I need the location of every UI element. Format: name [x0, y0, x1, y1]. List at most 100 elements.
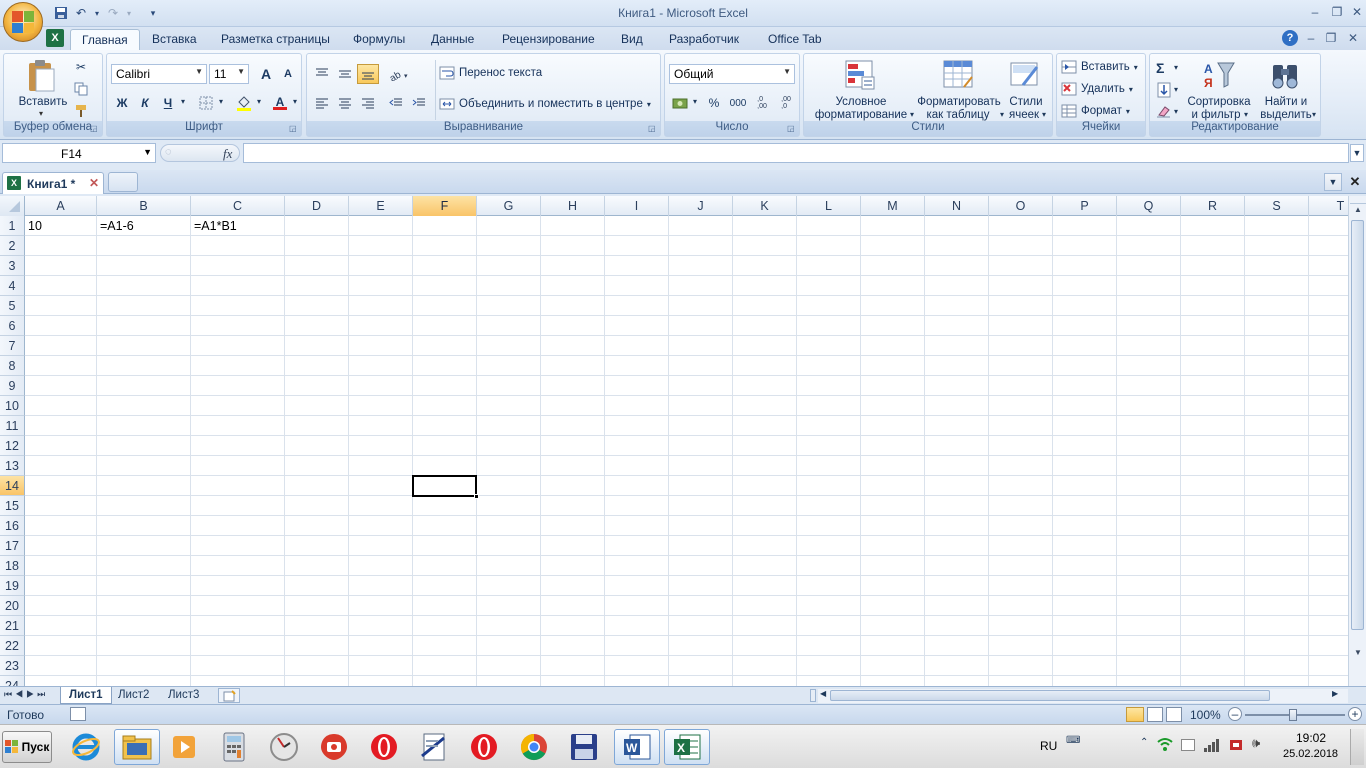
font-color-icon[interactable]: A [269, 93, 291, 113]
alignment-launcher-icon[interactable]: ◲ [648, 124, 658, 134]
scroll-down-icon[interactable]: ▼ [1350, 648, 1366, 662]
percent-button[interactable]: % [703, 93, 725, 113]
decrease-indent-icon[interactable] [385, 93, 407, 113]
page-break-view-icon[interactable] [1166, 707, 1182, 722]
language-indicator[interactable]: RU [1040, 739, 1057, 753]
tab-office-tab[interactable]: Office Tab [757, 29, 833, 50]
spreadsheet-grid[interactable]: ABCDEFGHIJKLMNOPQRST 1 2 3 4 5 6 7 8 9 10 11 12 13 14… [0, 196, 1348, 686]
expand-formula-bar-icon[interactable]: ▼ [1350, 144, 1364, 162]
wrap-text-button[interactable]: Перенос текста [439, 66, 542, 80]
shrink-font-button[interactable]: A [277, 64, 299, 84]
excel-app-icon[interactable]: X [664, 729, 710, 765]
signal-bars-icon[interactable] [1203, 737, 1221, 756]
name-box-dropdown-icon[interactable]: ▼ [143, 147, 152, 157]
italic-button[interactable]: К [134, 93, 156, 113]
currency-dropdown-icon[interactable]: ▾ [693, 97, 697, 106]
new-workbook-tab[interactable] [108, 172, 138, 192]
show-hidden-icons[interactable]: ⌃ [1140, 737, 1148, 748]
horizontal-scroll-thumb[interactable] [830, 690, 1270, 701]
insert-cells-button[interactable]: Вставить ▾ [1061, 60, 1138, 74]
underline-button[interactable]: Ч [157, 93, 179, 113]
currency-icon[interactable] [669, 93, 691, 113]
thousands-button[interactable]: 000 [727, 93, 749, 113]
opera-browser-icon[interactable] [364, 729, 404, 765]
increase-decimal-button[interactable]: ,0 ,00 [751, 93, 773, 113]
paste-icon[interactable] [26, 59, 56, 93]
copy-icon[interactable] [70, 79, 92, 99]
clock-date[interactable]: 25.02.2018 [1283, 748, 1338, 760]
scroll-up-icon[interactable]: ▲ [1350, 205, 1366, 219]
clock-time[interactable]: 19:02 [1296, 731, 1326, 745]
merge-dropdown-icon[interactable]: ▾ [647, 100, 651, 109]
opera-icon-2[interactable] [464, 729, 504, 765]
conditional-formatting-label-1[interactable]: Условное [804, 96, 918, 109]
normal-view-icon[interactable] [1126, 707, 1144, 722]
tab-insert[interactable]: Вставка [141, 29, 208, 50]
fill-handle[interactable] [474, 494, 479, 499]
tab-review[interactable]: Рецензирование [491, 29, 606, 50]
tab-split-handle[interactable] [810, 689, 816, 702]
tab-page-layout[interactable]: Разметка страницы [210, 29, 341, 50]
format-painter-icon[interactable] [70, 101, 92, 121]
insert-sheet-icon[interactable] [218, 688, 240, 703]
font-launcher-icon[interactable]: ◲ [289, 124, 299, 134]
sheet-tab-2[interactable]: Лист2 [110, 687, 157, 704]
increase-indent-icon[interactable] [408, 93, 430, 113]
save-icon[interactable] [52, 4, 70, 22]
cell-styles-label-1[interactable]: Стили [1006, 96, 1046, 109]
start-button[interactable]: Пуск [2, 731, 52, 763]
find-select-label-1[interactable]: Найти и [1258, 96, 1314, 109]
page-layout-view-icon[interactable] [1147, 707, 1163, 722]
align-center-icon[interactable] [334, 93, 356, 113]
merge-center-button[interactable]: Объединить и поместить в центре ▾ [439, 97, 651, 111]
borders-dropdown-icon[interactable]: ▾ [219, 97, 223, 106]
conditional-formatting-icon[interactable] [844, 59, 876, 94]
fill-color-icon[interactable] [233, 93, 255, 113]
macro-record-icon[interactable] [70, 707, 86, 721]
number-launcher-icon[interactable]: ◲ [787, 124, 797, 134]
delete-cells-button[interactable]: Удалить ▾ [1061, 82, 1133, 96]
close-button[interactable]: ✕ [1346, 3, 1366, 21]
format-table-dropdown-icon[interactable]: ▾ [1000, 110, 1004, 119]
format-dropdown-icon[interactable]: ▾ [1126, 107, 1130, 116]
cell-styles-dropdown-icon[interactable]: ▾ [1042, 110, 1046, 119]
camera-app-icon[interactable] [314, 729, 354, 765]
zoom-level[interactable]: 100% [1190, 708, 1221, 722]
number-format-combo[interactable]: Общий ▼ [669, 64, 795, 84]
fill-icon[interactable] [1156, 82, 1172, 101]
fill-dropdown-icon[interactable]: ▾ [1174, 85, 1178, 94]
insert-dropdown-icon[interactable]: ▾ [1134, 63, 1138, 72]
font-name-combo[interactable]: Calibri ▼ [111, 64, 207, 84]
minimize-button[interactable]: – [1304, 3, 1326, 21]
show-desktop-button[interactable] [1350, 729, 1364, 765]
clear-icon[interactable] [1156, 104, 1172, 121]
cell-C1[interactable]: =A1*B1 [191, 216, 285, 236]
zoom-out-icon[interactable]: – [1228, 707, 1242, 721]
tab-view[interactable]: Вид [610, 29, 654, 50]
scroll-left-icon[interactable]: ◀ [820, 689, 826, 698]
zoom-slider-thumb[interactable] [1289, 709, 1297, 721]
sort-filter-label-1[interactable]: Сортировка [1186, 96, 1252, 109]
insert-function-icon[interactable]: fx [223, 146, 232, 162]
name-box[interactable]: F14 ▼ [2, 143, 156, 163]
find-select-icon[interactable] [1270, 59, 1302, 94]
horizontal-scrollbar[interactable]: ◀ ▶ [818, 689, 1348, 703]
clear-dropdown-icon[interactable]: ▾ [1174, 107, 1178, 116]
action-center-icon[interactable] [1181, 739, 1195, 751]
paste-dropdown-icon[interactable]: ▾ [39, 109, 43, 118]
workbook-tab-close-icon[interactable]: ✕ [89, 176, 99, 190]
orientation-icon[interactable]: ab ▾ [385, 64, 413, 84]
formula-input[interactable] [243, 143, 1349, 163]
selected-cell-F14[interactable] [412, 475, 479, 499]
customize-qat-icon[interactable]: ▾ [144, 4, 162, 22]
tab-developer[interactable]: Разработчик [658, 29, 750, 50]
align-left-icon[interactable] [311, 93, 333, 113]
tab-formulas[interactable]: Формулы [342, 29, 416, 50]
doc-close-button[interactable]: ✕ [1342, 29, 1364, 47]
tab-data[interactable]: Данные [420, 29, 485, 50]
word-app-icon[interactable]: W [614, 729, 660, 765]
scroll-right-icon[interactable]: ▶ [1332, 689, 1338, 698]
cell-B1[interactable]: =A1-6 [97, 216, 191, 236]
tab-home[interactable]: Главная [70, 29, 140, 50]
split-box[interactable] [1350, 196, 1366, 204]
